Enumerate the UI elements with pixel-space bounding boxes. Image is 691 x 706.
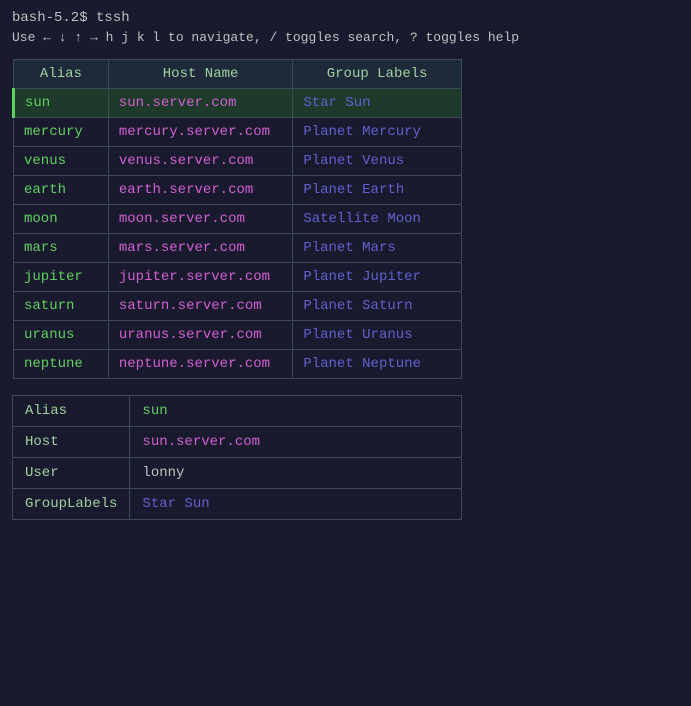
detail-value: sun.server.com <box>130 427 462 458</box>
cell-alias: jupiter <box>14 263 109 292</box>
cell-group: Satellite Moon <box>293 205 462 234</box>
table-row[interactable]: marsmars.server.comPlanet Mars <box>14 234 462 263</box>
command-text: tssh <box>96 10 130 26</box>
detail-value: Star Sun <box>130 489 462 520</box>
table-row[interactable]: uranusuranus.server.comPlanet Uranus <box>14 321 462 350</box>
cell-host: earth.server.com <box>108 176 292 205</box>
cell-host: uranus.server.com <box>108 321 292 350</box>
cell-group: Planet Jupiter <box>293 263 462 292</box>
detail-table: AliassunHostsun.server.comUserlonnyGroup… <box>12 395 462 520</box>
table-row[interactable]: neptuneneptune.server.comPlanet Neptune <box>14 350 462 379</box>
cell-alias: earth <box>14 176 109 205</box>
cell-group: Star Sun <box>293 89 462 118</box>
cell-alias: uranus <box>14 321 109 350</box>
header-hostname: Host Name <box>108 60 292 89</box>
cell-group: Planet Mercury <box>293 118 462 147</box>
help-line: Use ← ↓ ↑ → h j k l to navigate, / toggl… <box>12 30 679 45</box>
cell-host: moon.server.com <box>108 205 292 234</box>
cell-group: Planet Earth <box>293 176 462 205</box>
header-group-labels: Group Labels <box>293 60 462 89</box>
detail-label: Host <box>13 427 130 458</box>
shell-prompt: bash-5.2$ <box>12 10 88 26</box>
cell-group: Planet Neptune <box>293 350 462 379</box>
detail-row: GroupLabelsStar Sun <box>13 489 462 520</box>
cell-group: Planet Uranus <box>293 321 462 350</box>
table-row[interactable]: moonmoon.server.comSatellite Moon <box>14 205 462 234</box>
cell-alias: mercury <box>14 118 109 147</box>
header-alias: Alias <box>14 60 109 89</box>
cell-group: Planet Saturn <box>293 292 462 321</box>
cell-host: venus.server.com <box>108 147 292 176</box>
detail-row: Aliassun <box>13 396 462 427</box>
detail-label: User <box>13 458 130 489</box>
cell-host: jupiter.server.com <box>108 263 292 292</box>
cell-host: neptune.server.com <box>108 350 292 379</box>
cell-alias: sun <box>14 89 109 118</box>
table-header-row: Alias Host Name Group Labels <box>14 60 462 89</box>
cell-alias: saturn <box>14 292 109 321</box>
detail-value: sun <box>130 396 462 427</box>
cell-host: mars.server.com <box>108 234 292 263</box>
table-row[interactable]: saturnsaturn.server.comPlanet Saturn <box>14 292 462 321</box>
table-row[interactable]: mercurymercury.server.comPlanet Mercury <box>14 118 462 147</box>
table-row[interactable]: earthearth.server.comPlanet Earth <box>14 176 462 205</box>
cell-alias: venus <box>14 147 109 176</box>
detail-value: lonny <box>130 458 462 489</box>
detail-label: Alias <box>13 396 130 427</box>
cell-alias: mars <box>14 234 109 263</box>
table-row[interactable]: jupiterjupiter.server.comPlanet Jupiter <box>14 263 462 292</box>
cell-host: mercury.server.com <box>108 118 292 147</box>
cell-group: Planet Mars <box>293 234 462 263</box>
cell-host: saturn.server.com <box>108 292 292 321</box>
cell-group: Planet Venus <box>293 147 462 176</box>
table-row[interactable]: sunsun.server.comStar Sun <box>14 89 462 118</box>
title-bar: bash-5.2$ tssh <box>12 10 679 26</box>
cell-alias: neptune <box>14 350 109 379</box>
cell-host: sun.server.com <box>108 89 292 118</box>
cell-alias: moon <box>14 205 109 234</box>
detail-row: Hostsun.server.com <box>13 427 462 458</box>
server-table: Alias Host Name Group Labels sunsun.serv… <box>12 59 462 379</box>
detail-label: GroupLabels <box>13 489 130 520</box>
detail-row: Userlonny <box>13 458 462 489</box>
table-row[interactable]: venusvenus.server.comPlanet Venus <box>14 147 462 176</box>
